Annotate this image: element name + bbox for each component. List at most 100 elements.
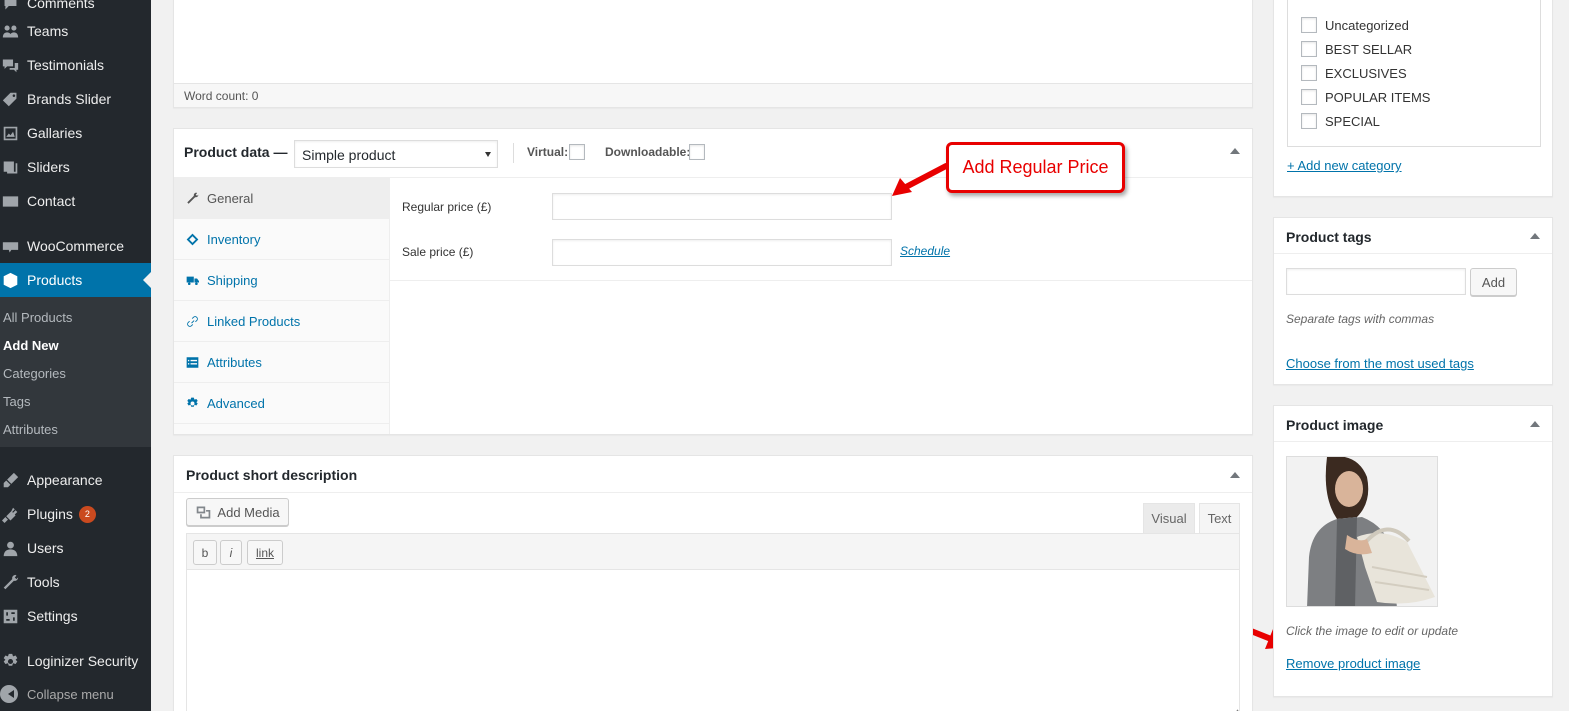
submenu-tags[interactable]: Tags xyxy=(3,394,30,409)
category-checkbox[interactable] xyxy=(1301,113,1317,129)
settings-icon xyxy=(0,606,20,626)
menu-item-teams[interactable]: Teams xyxy=(0,14,151,48)
tab-advanced[interactable]: Advanced xyxy=(174,383,389,424)
category-label: POPULAR ITEMS xyxy=(1325,89,1431,105)
product-data-tabs: General Inventory Shipping Linked Produc… xyxy=(174,178,390,434)
menu-item-appearance[interactable]: Appearance xyxy=(0,463,151,497)
wrench-icon xyxy=(185,191,199,205)
general-panel: Regular price (£) Sale price (£) Schedul… xyxy=(390,178,1252,281)
sale-price-input[interactable] xyxy=(552,239,892,266)
regular-price-input[interactable] xyxy=(552,193,892,220)
menu-item-contact[interactable]: Contact xyxy=(0,184,151,218)
menu-item-woocommerce[interactable]: WooCommerce xyxy=(0,229,151,263)
schedule-link[interactable]: Schedule xyxy=(900,244,950,258)
submenu-all-products[interactable]: All Products xyxy=(3,310,72,325)
category-label: BEST SELLAR xyxy=(1325,41,1413,57)
tab-general[interactable]: General xyxy=(174,178,389,219)
menu-label: Testimonials xyxy=(27,57,105,73)
virtual-label: Virtual: xyxy=(527,145,569,159)
menu-item-users[interactable]: Users xyxy=(0,531,151,565)
downloadable-checkbox[interactable] xyxy=(689,144,705,160)
submenu-add-new[interactable]: Add New xyxy=(3,338,59,353)
plugins-icon xyxy=(0,504,20,524)
tags-hint: Separate tags with commas xyxy=(1286,312,1435,326)
comments-icon xyxy=(0,0,20,13)
menu-item-products[interactable]: Products xyxy=(0,263,151,297)
toggle-panel-icon[interactable] xyxy=(1230,148,1240,154)
remove-product-image-link[interactable]: Remove product image xyxy=(1286,656,1420,671)
category-checkbox[interactable] xyxy=(1301,17,1317,33)
collapse-arrow-icon xyxy=(0,685,18,703)
tools-icon xyxy=(0,572,20,592)
menu-label: Contact xyxy=(27,193,76,209)
tab-label: Inventory xyxy=(207,231,261,247)
content-editor: Word count: 0 xyxy=(173,0,1253,108)
product-image-header: Product image xyxy=(1274,406,1552,442)
menu-item-plugins[interactable]: Plugins 2 xyxy=(0,497,151,531)
menu-item-tools[interactable]: Tools xyxy=(0,565,151,599)
new-tag-input[interactable] xyxy=(1286,268,1466,295)
word-count: Word count: 0 xyxy=(184,89,259,103)
regular-price-label: Regular price (£) xyxy=(402,200,492,214)
tab-label: Shipping xyxy=(207,272,258,288)
virtual-checkbox[interactable] xyxy=(569,144,585,160)
slides-icon xyxy=(0,157,20,177)
tab-label: General xyxy=(207,190,254,206)
short-description-textarea[interactable] xyxy=(186,569,1240,711)
category-checkbox[interactable] xyxy=(1301,89,1317,105)
toggle-panel-icon[interactable] xyxy=(1530,421,1540,427)
menu-item-gallaries[interactable]: Gallaries xyxy=(0,116,151,150)
menu-item-sliders[interactable]: Sliders xyxy=(0,150,151,184)
inventory-icon xyxy=(185,232,199,246)
menu-item-brands-slider[interactable]: Brands Slider xyxy=(0,82,151,116)
choose-tags-link[interactable]: Choose from the most used tags xyxy=(1286,356,1474,371)
menu-label: Settings xyxy=(27,608,78,624)
menu-item-loginizer-security[interactable]: Loginizer Security xyxy=(0,644,151,678)
product-categories-box: Uncategorized BEST SELLAR EXCLUSIVES POP… xyxy=(1273,0,1553,197)
menu-item-testimonials[interactable]: Testimonials xyxy=(0,48,151,82)
collapse-menu-button[interactable]: Collapse menu xyxy=(0,685,114,703)
tab-attributes[interactable]: Attributes xyxy=(174,342,389,383)
add-tag-button[interactable]: Add xyxy=(1470,268,1517,296)
italic-button[interactable]: i xyxy=(220,540,242,565)
category-checkbox[interactable] xyxy=(1301,41,1317,57)
tab-inventory[interactable]: Inventory xyxy=(174,219,389,260)
bold-button[interactable]: b xyxy=(193,540,217,565)
add-media-button[interactable]: Add Media xyxy=(186,498,289,526)
editor-text-area[interactable] xyxy=(174,0,1252,83)
category-checklist: Uncategorized BEST SELLAR EXCLUSIVES POP… xyxy=(1287,0,1541,147)
testimonial-icon xyxy=(0,55,20,75)
category-item[interactable]: Uncategorized xyxy=(1301,17,1409,33)
submenu-attributes[interactable]: Attributes xyxy=(3,422,58,437)
product-type-select[interactable]: Simple product xyxy=(294,140,498,168)
tab-linked-products[interactable]: Linked Products xyxy=(174,301,389,342)
menu-item-settings[interactable]: Settings xyxy=(0,599,151,633)
short-description-title: Product short description xyxy=(186,467,358,483)
product-image-box: Product image Click the image to edit or… xyxy=(1273,405,1553,697)
tab-text[interactable]: Text xyxy=(1199,503,1240,533)
product-tags-title: Product tags xyxy=(1286,229,1372,245)
product-photo xyxy=(1287,457,1437,606)
category-item[interactable]: EXCLUSIVES xyxy=(1301,65,1407,81)
tab-visual[interactable]: Visual xyxy=(1143,503,1195,533)
gallery-icon xyxy=(0,123,20,143)
toggle-panel-icon[interactable] xyxy=(1230,472,1240,478)
link-icon xyxy=(185,314,199,328)
admin-sidebar: Comments Teams Testimonials Brands Slide… xyxy=(0,0,151,711)
add-new-category-link[interactable]: + Add new category xyxy=(1287,158,1402,173)
add-media-label: Add Media xyxy=(217,504,280,520)
annotation-text: Add Regular Price xyxy=(962,157,1109,177)
category-checkbox[interactable] xyxy=(1301,65,1317,81)
category-item[interactable]: POPULAR ITEMS xyxy=(1301,89,1430,105)
sale-price-label: Sale price (£) xyxy=(402,245,474,259)
menu-label: Users xyxy=(27,540,64,556)
tab-shipping[interactable]: Shipping xyxy=(174,260,389,301)
submenu-categories[interactable]: Categories xyxy=(3,366,66,381)
category-item[interactable]: BEST SELLAR xyxy=(1301,41,1412,57)
product-image-thumbnail[interactable] xyxy=(1286,456,1438,607)
link-button[interactable]: link xyxy=(247,540,283,565)
toggle-panel-icon[interactable] xyxy=(1530,233,1540,239)
category-item[interactable]: SPECIAL xyxy=(1301,113,1380,129)
product-image-title: Product image xyxy=(1286,417,1384,433)
product-tags-box: Product tags Add Separate tags with comm… xyxy=(1273,217,1553,385)
